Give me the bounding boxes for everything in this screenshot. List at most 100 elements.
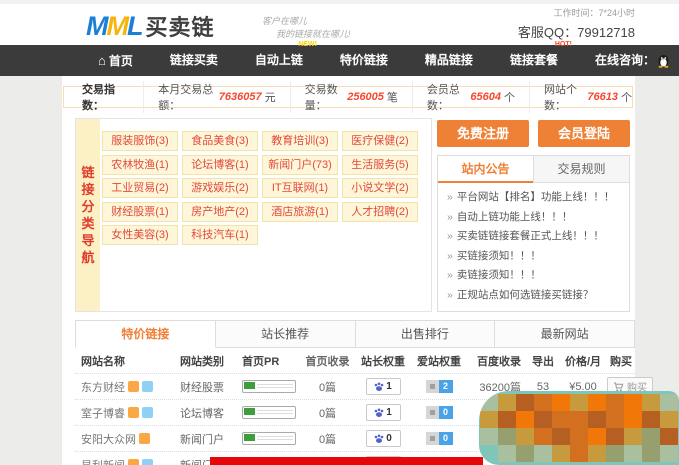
mosaic-cell <box>498 428 516 445</box>
home-included: 0篇 <box>300 405 355 421</box>
announcement-text: 买卖链链接套餐正式上线！！！ <box>457 230 604 242</box>
nav-item-2[interactable]: 链接买卖 <box>170 45 218 76</box>
trade-index-label: 交易指数： <box>82 81 129 113</box>
mosaic-cell <box>660 411 678 428</box>
category-button[interactable]: 教育培训(3) <box>262 131 338 151</box>
censored-region <box>479 391 679 465</box>
category-button[interactable]: 食品美食(3) <box>182 131 258 151</box>
stat-value: 65604 <box>470 91 501 103</box>
announcement-text: 卖链接须知！！！ <box>457 269 541 281</box>
listing-tab-1[interactable]: 特价链接 <box>75 320 216 348</box>
category-side-char: 类 <box>81 215 94 232</box>
announcement-item[interactable]: »正规站点如何选链接买链接？ <box>447 286 621 306</box>
mosaic-cell <box>642 411 660 428</box>
category-button[interactable]: 科技汽车(1) <box>182 225 258 245</box>
mosaic-cell <box>624 394 642 411</box>
announcement-tab-2[interactable]: 交易规则 <box>533 156 629 183</box>
trade-index-bar: 交易指数： 本月交易总额：7636057元交易数量：256005笔会员总数：65… <box>63 86 633 108</box>
nav-badge: HOT! <box>555 41 572 49</box>
category-button[interactable]: 农林牧渔(1) <box>102 155 178 175</box>
site-name-link[interactable]: 安阳大众网 <box>81 431 136 447</box>
chinaz-weight-badge: 1 <box>366 404 401 421</box>
category-button[interactable]: 人才招聘(2) <box>342 202 418 222</box>
register-button[interactable]: 免费注册 <box>437 120 529 147</box>
announcement-item[interactable]: »平台网站【排名】功能上线！！！ <box>447 188 621 208</box>
stat-label: 网站个数： <box>544 81 584 113</box>
announcement-panel: 站内公告交易规则 »平台网站【排名】功能上线！！！»自动上链功能上线！！！»买卖… <box>437 155 630 312</box>
mosaic-cell <box>552 394 570 411</box>
listing-tab-2[interactable]: 站长推荐 <box>216 320 356 348</box>
stat-unit: 元 <box>265 89 276 105</box>
nav-item-6[interactable]: 链接套餐HOT! <box>510 45 558 76</box>
column-header: 首页PR <box>242 353 300 369</box>
table-header-row: 网站名称网站类别首页PR首页收录站长权重爱站权重百度收录导出价格/月购买 <box>75 348 635 374</box>
category-button[interactable]: 房产地产(2) <box>182 202 258 222</box>
stat-value: 256005 <box>347 91 384 103</box>
announcement-item[interactable]: » 自动上链功能上线！！！ <box>447 208 621 228</box>
header: M M L 买卖链 客户在哪儿 我的链接就在哪儿! 工作时间：7*24小时 客服… <box>0 4 679 45</box>
category-button[interactable]: 游戏娱乐(2) <box>182 178 258 198</box>
mosaic-cell <box>480 428 498 445</box>
category-button[interactable]: 财经股票(1) <box>102 202 178 222</box>
page: M M L 买卖链 客户在哪儿 我的链接就在哪儿! 工作时间：7*24小时 客服… <box>0 0 679 465</box>
mosaic-cell <box>660 428 678 445</box>
announcement-item[interactable]: »买卖链链接套餐正式上线！！！ <box>447 227 621 247</box>
mosaic-cell <box>480 411 498 428</box>
category-button[interactable]: 小说文学(2) <box>342 178 418 198</box>
stat-label: 交易数量： <box>305 81 345 113</box>
announcement-item[interactable]: »卖链接须知！！！ <box>447 266 621 286</box>
category-button[interactable]: 工业贸易(2) <box>102 178 178 198</box>
mosaic-cell <box>588 411 606 428</box>
announcement-item[interactable]: »买链接须知！！！ <box>447 247 621 267</box>
work-time: 工作时间：7*24小时 <box>518 6 635 19</box>
announcement-tab-1[interactable]: 站内公告 <box>438 156 533 183</box>
stat-value: 7636057 <box>219 91 262 103</box>
category-button[interactable]: 新闻门户(73) <box>262 155 338 175</box>
mosaic-cell <box>534 428 552 445</box>
category-button[interactable]: 医疗保健(2) <box>342 131 418 151</box>
mosaic-cell <box>642 428 660 445</box>
mosaic-cell <box>552 445 570 462</box>
nav-item-1[interactable]: ⌂首页 <box>98 45 133 77</box>
stat-label: 本月交易总额： <box>158 81 216 113</box>
nav-item-3[interactable]: 自动上链NEW! <box>255 45 303 76</box>
nav-item-5[interactable]: 精品链接 <box>425 45 473 76</box>
stat-value: 76613 <box>587 91 618 103</box>
mosaic-cell <box>498 411 516 428</box>
login-button[interactable]: 会员登陆 <box>538 120 630 147</box>
category-button[interactable]: IT互联网(1) <box>262 178 338 198</box>
announcement-text: 平台网站【排名】功能上线！！！ <box>457 191 615 203</box>
listing-tab-3[interactable]: 出售排行 <box>356 320 496 348</box>
nav-item-7[interactable]: 在线咨询： <box>595 45 670 76</box>
bullet-icon: » <box>447 289 453 301</box>
category-button[interactable]: 女性美容(3) <box>102 225 178 245</box>
category-button[interactable]: 酒店旅游(1) <box>262 202 338 222</box>
red-bar <box>210 457 483 465</box>
category-side-char: 导 <box>81 232 94 249</box>
announcement-text: 自动上链功能上线！！！ <box>457 211 573 223</box>
site-name-link[interactable]: 室子博睿 <box>81 405 125 421</box>
nav-item-label: 在线咨询： <box>595 45 655 76</box>
cart-icon <box>613 382 624 392</box>
category-button[interactable]: 服装服饰(3) <box>102 131 178 151</box>
category-side-char: 接 <box>81 181 94 198</box>
category-button[interactable]: 生活服务(5) <box>342 155 418 175</box>
mosaic-cell <box>498 445 516 462</box>
mosaic-cell <box>534 411 552 428</box>
mosaic-cell <box>570 445 588 462</box>
column-header: 价格/月 <box>559 353 607 369</box>
aizhan-icon <box>426 432 439 445</box>
mosaic-cell <box>624 411 642 428</box>
link-badge-blue-icon <box>142 459 153 465</box>
column-header: 百度收录 <box>467 353 527 369</box>
listing-tab-4[interactable]: 最新网站 <box>495 320 635 348</box>
site-name-link[interactable]: 东方财经 <box>81 379 125 395</box>
column-header: 站长权重 <box>355 353 411 369</box>
nav-item-4[interactable]: 特价链接 <box>340 45 388 76</box>
site-name-link[interactable]: 显利新闻 <box>81 457 125 465</box>
category-button[interactable]: 论坛博客(1) <box>182 155 258 175</box>
site-logo[interactable]: M M L 买卖链 <box>86 10 215 42</box>
home-icon: ⌂ <box>98 53 106 68</box>
mosaic-cell <box>552 428 570 445</box>
bullet-icon: » <box>447 211 453 223</box>
